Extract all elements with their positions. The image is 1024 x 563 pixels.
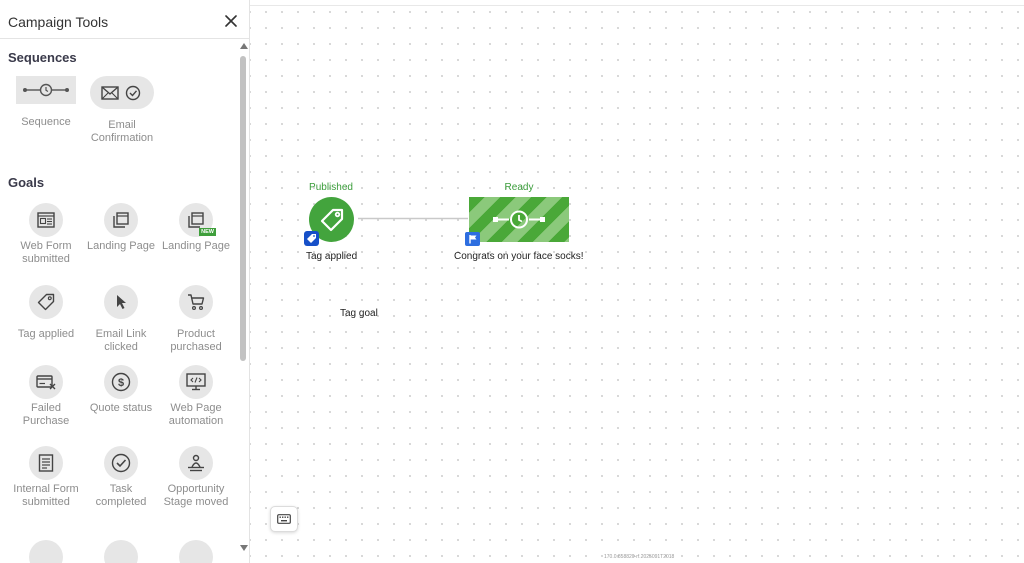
tool-landing-page-new[interactable]: NEW Landing Page	[160, 203, 232, 253]
section-title-goals: Goals	[8, 175, 45, 190]
canvas-top-border	[250, 5, 1024, 6]
cursor-icon	[104, 285, 138, 319]
tool-label: Quote status	[89, 402, 153, 414]
tag-badge-icon	[304, 231, 319, 246]
sequence-status: Ready	[504, 182, 534, 193]
partial-tool-icon	[179, 540, 213, 563]
sequence-timer-icon	[16, 76, 76, 104]
partial-tool-icon	[104, 540, 138, 563]
tag-icon	[29, 285, 63, 319]
version-text: 170.0.858820-rf.2025091T2018	[604, 554, 675, 560]
tool-label: Landing Page	[87, 240, 155, 252]
sequence-timer-icon	[493, 210, 545, 228]
tool-label: Sequence	[21, 116, 71, 128]
failed-purchase-icon	[29, 365, 63, 399]
scroll-down-arrow-icon[interactable]	[240, 545, 248, 551]
tool-opportunity-stage-moved[interactable]: Opportunity Stage moved	[160, 446, 232, 508]
flag-badge-icon	[465, 232, 480, 246]
tool-label: Opportunity Stage moved	[163, 483, 229, 508]
sequence-node[interactable]	[469, 197, 569, 242]
scroll-up-arrow-icon[interactable]	[240, 43, 248, 49]
sidebar-scrollbar[interactable]	[237, 41, 249, 553]
tool-label: Tag applied	[17, 328, 75, 340]
tool-label: Landing Page	[162, 240, 230, 252]
tool-product-purchased[interactable]: Product purchased	[160, 285, 232, 353]
goal-status: Published	[309, 182, 353, 193]
web-code-icon	[179, 365, 213, 399]
tool-label: Product purchased	[170, 328, 222, 353]
check-circle-icon	[104, 446, 138, 480]
tool-label: Web Form submitted	[20, 240, 72, 265]
tool-label: Failed Purchase	[22, 402, 70, 427]
tag-icon	[320, 208, 343, 231]
tool-tag-applied[interactable]: Tag applied	[10, 285, 82, 341]
panel-title: Campaign Tools	[8, 14, 109, 30]
tool-label: Internal Form submitted	[13, 483, 79, 508]
keyboard-shortcuts-button[interactable]	[270, 506, 298, 532]
tool-failed-purchase[interactable]: Failed Purchase	[10, 365, 82, 427]
tool-label: Task completed	[95, 483, 147, 508]
stage-icon	[179, 446, 213, 480]
tool-email-link-clicked[interactable]: Email Link clicked	[85, 285, 157, 353]
email-confirmation-icon	[90, 76, 154, 109]
tool-label: Email Confirmation	[90, 119, 154, 144]
campaign-tools-panel: Campaign Tools Sequences Sequence Email …	[0, 0, 250, 563]
connector-line	[358, 217, 468, 220]
tool-sequence[interactable]: Sequence	[10, 76, 82, 129]
close-icon[interactable]	[225, 14, 241, 30]
partial-tool-icon	[29, 540, 63, 563]
scroll-thumb[interactable]	[240, 56, 246, 361]
web-form-icon	[29, 203, 63, 237]
tool-web-page-automation[interactable]: Web Page automation	[160, 365, 232, 427]
panel-header: Campaign Tools	[0, 0, 249, 39]
landing-page-new-icon: NEW	[179, 203, 216, 237]
landing-page-icon	[104, 203, 138, 237]
tool-label: Email Link clicked	[95, 328, 147, 353]
svg-text:$: $	[118, 377, 124, 389]
tool-email-confirmation[interactable]: Email Confirmation	[86, 76, 158, 144]
campaign-canvas[interactable]	[250, 0, 1024, 563]
document-icon	[29, 446, 63, 480]
goal-caption: Tag applied	[306, 251, 358, 262]
goal-label: Tag goal	[340, 308, 378, 319]
cart-icon	[179, 285, 213, 319]
tool-quote-status[interactable]: $ Quote status	[85, 365, 157, 415]
new-badge: NEW	[199, 228, 216, 236]
dollar-icon: $	[104, 365, 138, 399]
tool-label: Web Page automation	[168, 402, 224, 427]
campaign-builder: Campaign Tools Sequences Sequence Email …	[0, 0, 1024, 563]
keyboard-icon	[277, 514, 291, 524]
tool-landing-page[interactable]: Landing Page	[85, 203, 157, 253]
tool-web-form-submitted[interactable]: Web Form submitted	[10, 203, 82, 265]
tool-task-completed[interactable]: Task completed	[85, 446, 157, 508]
tool-internal-form-submitted[interactable]: Internal Form submitted	[10, 446, 82, 508]
sequence-caption: Congrats on your face socks!	[454, 251, 584, 262]
section-title-sequences: Sequences	[8, 50, 77, 65]
